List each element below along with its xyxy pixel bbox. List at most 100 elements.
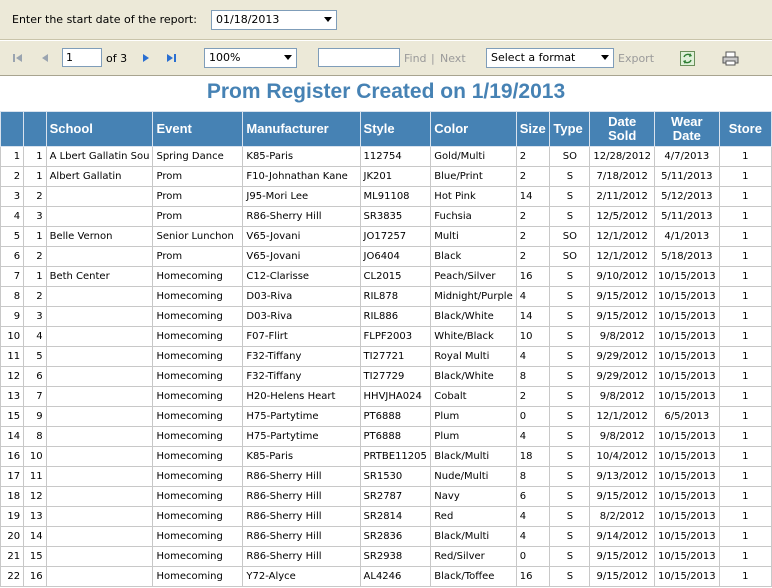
cell-style: TI27729 bbox=[359, 366, 432, 387]
cell-event: Homecoming bbox=[152, 406, 244, 427]
cell-store: 1 bbox=[718, 206, 772, 227]
next-link[interactable]: Next bbox=[440, 52, 466, 65]
cell-type: S bbox=[549, 186, 591, 207]
cell-row-number: 7 bbox=[0, 266, 25, 287]
cell-store: 1 bbox=[718, 306, 772, 327]
report-table: School Event Manufacturer Style Color Si… bbox=[0, 111, 772, 587]
cell-size: 0 bbox=[515, 546, 551, 567]
cell-school bbox=[45, 506, 154, 527]
cell-type: S bbox=[549, 206, 591, 227]
cell-event: Homecoming bbox=[152, 546, 244, 567]
cell-style: PT6888 bbox=[359, 426, 432, 447]
column-header-school: School bbox=[45, 111, 154, 147]
cell-event: Spring Dance bbox=[152, 146, 244, 167]
report-toolbar: 1 of 3 100% Find | Next Select a format … bbox=[0, 41, 772, 76]
cell-manufacturer: H75-Partytime bbox=[242, 406, 361, 427]
cell-group-number: 9 bbox=[23, 406, 47, 427]
cell-color: Blue/Print bbox=[430, 166, 517, 187]
table-row: 3 2 Prom J95-Mori Lee ML91108 Hot Pink 14 S 2/11… bbox=[0, 186, 772, 207]
cell-style: CL2015 bbox=[359, 266, 432, 287]
cell-wear-date: 6/5/2013 bbox=[654, 406, 720, 427]
cell-school bbox=[45, 406, 154, 427]
table-row: 14 8 Homecoming H75-Partytime PT6888 Plum 4 S 9/… bbox=[0, 426, 772, 447]
cell-manufacturer: R86-Sherry Hill bbox=[242, 206, 361, 227]
print-icon[interactable] bbox=[722, 51, 739, 66]
zoom-select[interactable]: 100% bbox=[204, 48, 297, 68]
chevron-down-icon[interactable] bbox=[284, 55, 292, 60]
column-header-style: Style bbox=[359, 111, 432, 147]
cell-event: Prom bbox=[152, 206, 244, 227]
start-date-select[interactable]: 01/18/2013 bbox=[211, 10, 337, 30]
chevron-down-icon[interactable] bbox=[324, 17, 332, 22]
page-number-input[interactable]: 1 bbox=[62, 48, 102, 67]
cell-school bbox=[45, 446, 154, 467]
table-row: 7 1 Beth Center Homecoming C12-Clarisse CL201… bbox=[0, 266, 772, 287]
cell-school bbox=[45, 426, 154, 447]
chevron-down-icon[interactable] bbox=[601, 55, 609, 60]
last-page-icon[interactable] bbox=[164, 51, 178, 65]
cell-color: White/Black bbox=[430, 326, 517, 347]
table-row: 10 4 Homecoming F07-Flirt FLPF2003 White/Blac… bbox=[0, 326, 772, 347]
cell-type: S bbox=[549, 526, 591, 547]
cell-store: 1 bbox=[718, 166, 772, 187]
table-body: 11A Lbert Gallatin Sou Spring Dance K85-Pa… bbox=[0, 146, 772, 587]
cell-row-number: 3 bbox=[0, 186, 25, 207]
cell-color: Navy bbox=[430, 486, 517, 507]
table-row: 22 16 Homecoming Y72-Alyce AL4246 Black/Toffe… bbox=[0, 566, 772, 587]
table-row: 15 9 Homecoming H75-Partytime PT6888 Plum 0 S 12… bbox=[0, 406, 772, 427]
cell-event: Homecoming bbox=[152, 426, 244, 447]
cell-event: Homecoming bbox=[152, 566, 244, 587]
cell-row-number: 1 bbox=[0, 146, 25, 167]
cell-manufacturer: F32-Tiffany bbox=[242, 346, 361, 367]
cell-wear-date: 10/15/2013 bbox=[654, 486, 720, 507]
cell-manufacturer: R86-Sherry Hill bbox=[242, 546, 361, 567]
cell-school bbox=[45, 486, 154, 507]
cell-date-sold: 9/29/2012 bbox=[589, 346, 655, 367]
cell-event: Prom bbox=[152, 166, 244, 187]
previous-page-icon[interactable] bbox=[38, 51, 52, 65]
table-row: 8 2 Homecoming D03-Riva RIL878 Midnight/Purpl… bbox=[0, 286, 772, 307]
cell-group-number: 2 bbox=[23, 286, 47, 307]
cell-group-number: 11 bbox=[23, 466, 47, 487]
cell-type: S bbox=[549, 506, 591, 527]
cell-school bbox=[45, 286, 154, 307]
first-page-icon[interactable] bbox=[11, 51, 25, 65]
cell-event: Homecoming bbox=[152, 266, 244, 287]
next-page-icon[interactable] bbox=[139, 51, 153, 65]
cell-color: Multi bbox=[430, 226, 517, 247]
export-format-select[interactable]: Select a format bbox=[486, 48, 614, 68]
cell-manufacturer: H20-Helens Heart bbox=[242, 386, 361, 407]
cell-date-sold: 9/15/2012 bbox=[589, 286, 655, 307]
export-link[interactable]: Export bbox=[618, 52, 654, 65]
cell-row-number: 15 bbox=[0, 406, 25, 427]
refresh-icon[interactable] bbox=[680, 51, 695, 66]
start-date-label: Enter the start date of the report: bbox=[12, 13, 197, 26]
column-header-manufacturer: Manufacturer bbox=[242, 111, 361, 147]
find-text-input[interactable] bbox=[318, 48, 400, 67]
cell-wear-date: 10/15/2013 bbox=[654, 366, 720, 387]
cell-event: Senior Lunchon bbox=[152, 226, 244, 247]
table-row: 19 13 Homecoming R86-Sherry Hill SR2814 Red 4 S… bbox=[0, 506, 772, 527]
find-link[interactable]: Find bbox=[404, 52, 427, 65]
cell-store: 1 bbox=[718, 566, 772, 587]
cell-store: 1 bbox=[718, 226, 772, 247]
cell-store: 1 bbox=[718, 346, 772, 367]
cell-school bbox=[45, 346, 154, 367]
cell-event: Homecoming bbox=[152, 486, 244, 507]
column-header-type: Type bbox=[549, 111, 591, 147]
cell-store: 1 bbox=[718, 186, 772, 207]
cell-school bbox=[45, 566, 154, 587]
table-row: 17 11 Homecoming R86-Sherry Hill SR1530 Nude/… bbox=[0, 466, 772, 487]
cell-manufacturer: K85-Paris bbox=[242, 146, 361, 167]
cell-date-sold: 9/8/2012 bbox=[589, 426, 655, 447]
cell-wear-date: 10/15/2013 bbox=[654, 386, 720, 407]
cell-style: SR2787 bbox=[359, 486, 432, 507]
cell-color: Nude/Multi bbox=[430, 466, 517, 487]
cell-wear-date: 5/11/2013 bbox=[654, 166, 720, 187]
cell-store: 1 bbox=[718, 546, 772, 567]
table-row: 9 3 Homecoming D03-Riva RIL886 Black/White 14 S… bbox=[0, 306, 772, 327]
cell-group-number: 15 bbox=[23, 546, 47, 567]
cell-school bbox=[45, 466, 154, 487]
cell-type: S bbox=[549, 486, 591, 507]
cell-school bbox=[45, 306, 154, 327]
